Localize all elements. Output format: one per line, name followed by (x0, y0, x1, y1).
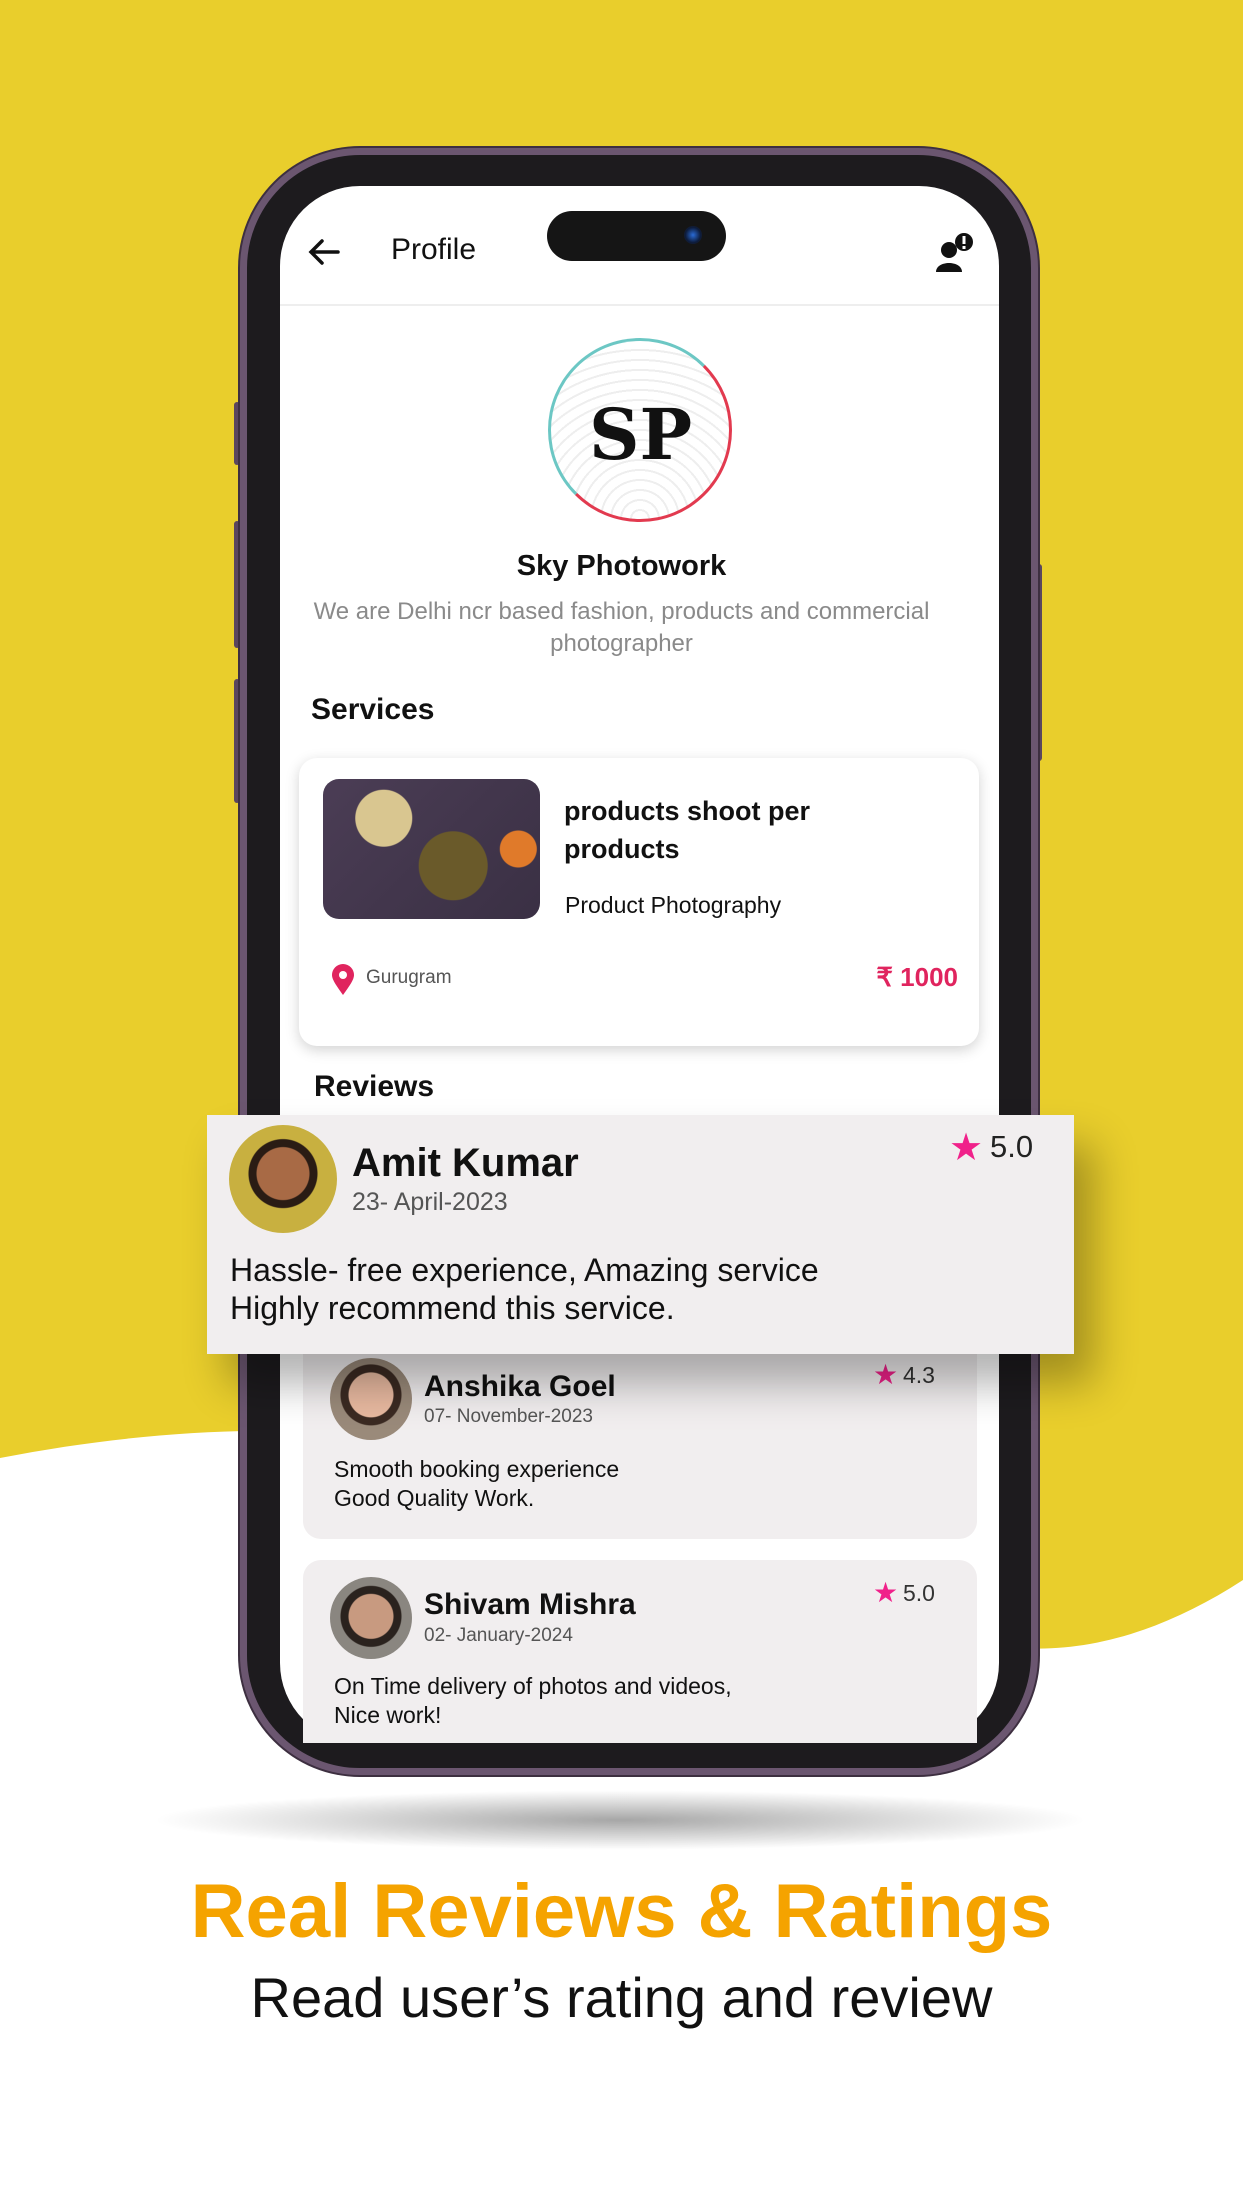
promo-subtitle: Read user’s rating and review (250, 1966, 993, 2029)
reviewer-avatar (330, 1358, 412, 1440)
phone-shadow (150, 1790, 1090, 1850)
star-icon: ★ (873, 1359, 899, 1390)
arrow-left-icon[interactable] (308, 238, 340, 266)
service-price: ₹ 1000 (876, 962, 958, 992)
page-title: Profile (391, 233, 477, 266)
service-card[interactable]: products shoot per products Product Phot… (299, 758, 979, 1046)
profile-description: photographer (550, 630, 693, 657)
reviews-heading: Reviews (314, 1070, 435, 1103)
profile-name: Sky Photowork (516, 550, 727, 582)
review-text: On Time delivery of photos and videos, (334, 1673, 732, 1699)
reviewer-avatar (229, 1125, 337, 1233)
profile-logo: SP (548, 338, 732, 522)
user-alert-icon[interactable] (934, 230, 974, 274)
review-rating: 5.0 (903, 1580, 935, 1606)
service-image (323, 779, 540, 919)
reviewer-name: Shivam Mishra (424, 1588, 636, 1621)
review-text: Smooth booking experience (334, 1456, 620, 1482)
review-date: 02- January-2024 (424, 1625, 573, 1646)
featured-review-card: Amit Kumar 23- April-2023 ★ 5.0 Hassle- … (207, 1115, 1074, 1354)
review-date: 23- April-2023 (352, 1188, 508, 1216)
reviewer-name: Anshika Goel (424, 1370, 616, 1403)
location-pin-icon (332, 964, 354, 995)
review-text: Highly recommend this service. (230, 1290, 675, 1326)
header-divider (280, 304, 999, 306)
profile-description: We are Delhi ncr based fashion, products… (313, 598, 930, 625)
services-heading: Services (311, 693, 435, 726)
review-text: Good Quality Work. (334, 1485, 535, 1511)
service-title: products shoot per (564, 796, 811, 826)
star-icon: ★ (873, 1577, 899, 1608)
star-icon: ★ (949, 1127, 984, 1169)
service-title: products (564, 834, 680, 864)
review-rating: 5.0 (990, 1129, 1034, 1164)
promo-headline: Real Reviews & Ratings (190, 1869, 1053, 1954)
review-date: 07- November-2023 (424, 1406, 593, 1427)
review-rating: 4.3 (903, 1362, 935, 1388)
service-category: Product Photography (565, 892, 782, 918)
review-text: Hassle- free experience, Amazing service (230, 1252, 819, 1288)
service-location: Gurugram (366, 967, 452, 988)
camera-icon (684, 226, 702, 244)
review-text: Nice work! (334, 1702, 442, 1728)
reviewer-name: Amit Kumar (352, 1141, 579, 1185)
reviewer-avatar (330, 1577, 412, 1659)
